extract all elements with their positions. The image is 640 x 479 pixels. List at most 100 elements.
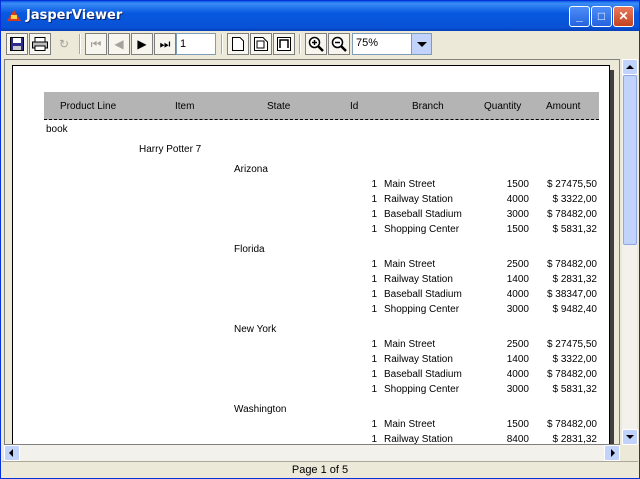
- first-page-button[interactable]: ⏮: [85, 33, 107, 55]
- amount-cell: $ 27475,50: [546, 339, 597, 350]
- id-cell: 1: [371, 419, 377, 430]
- header-amount: Amount: [546, 101, 581, 112]
- previous-page-button[interactable]: ◀: [108, 33, 130, 55]
- header-state: State: [267, 101, 291, 112]
- floppy-disk-icon: [10, 37, 24, 51]
- branch-cell: Shopping Center: [384, 304, 460, 315]
- actual-size-button[interactable]: [227, 33, 249, 55]
- header-item: Item: [175, 101, 195, 112]
- id-cell: 1: [371, 384, 377, 395]
- id-cell: 1: [371, 304, 377, 315]
- vertical-scroll-thumb[interactable]: [623, 75, 637, 245]
- fit-width-icon: [277, 37, 291, 51]
- zoom-combobox[interactable]: 75%: [352, 33, 432, 55]
- jasper-app-icon: [7, 10, 21, 21]
- page-number-input[interactable]: 1: [176, 33, 216, 55]
- id-cell: 1: [371, 179, 377, 190]
- actual-size-page-icon: [232, 37, 244, 51]
- horizontal-scrollbar[interactable]: [4, 445, 620, 461]
- fit-width-button[interactable]: [273, 33, 295, 55]
- column-header-band: Product Line Item State Id Branch Quanti…: [44, 92, 599, 120]
- quantity-cell: 8400: [506, 434, 529, 445]
- id-cell: 1: [371, 209, 377, 220]
- zoom-in-icon: [308, 36, 324, 52]
- close-button[interactable]: ✕: [613, 6, 634, 27]
- quantity-cell: 1500: [506, 179, 529, 190]
- first-page-icon: ⏮: [90, 37, 102, 51]
- state-group-label: Washington: [234, 404, 287, 415]
- zoom-in-button[interactable]: [305, 33, 327, 55]
- branch-cell: Railway Station: [384, 274, 453, 285]
- item-value: Harry Potter 7: [139, 144, 202, 155]
- quantity-cell: 4000: [506, 289, 529, 300]
- scroll-right-arrow-icon[interactable]: [604, 445, 620, 461]
- state-group-label: New York: [234, 324, 277, 335]
- quantity-cell: 1500: [506, 224, 529, 235]
- report-page: Product Line Item State Id Branch Quanti…: [12, 65, 610, 445]
- quantity-cell: 3000: [506, 209, 529, 220]
- amount-cell: $ 9482,40: [552, 304, 598, 315]
- quantity-cell: 2500: [506, 259, 529, 270]
- amount-cell: $ 2831,32: [552, 434, 598, 445]
- amount-cell: $ 27475,50: [546, 179, 597, 190]
- zoom-out-icon: [331, 36, 347, 52]
- page-info: Page 1 of 5: [291, 464, 349, 476]
- branch-cell: Railway Station: [384, 354, 453, 365]
- maximize-icon: □: [597, 9, 606, 23]
- id-cell: 1: [371, 369, 377, 380]
- toolbar-separator: [79, 34, 81, 54]
- vertical-scrollbar[interactable]: [621, 59, 638, 445]
- amount-cell: $ 3322,00: [552, 194, 598, 205]
- header-branch: Branch: [412, 101, 444, 112]
- minimize-button[interactable]: _: [569, 6, 590, 27]
- report-viewport[interactable]: Product Line Item State Id Branch Quanti…: [4, 59, 620, 445]
- id-cell: 1: [371, 434, 377, 445]
- zoom-value: 75%: [356, 37, 379, 49]
- scroll-up-arrow-icon[interactable]: [622, 59, 638, 75]
- amount-cell: $ 78482,00: [546, 209, 597, 220]
- quantity-cell: 1400: [506, 354, 529, 365]
- branch-cell: Main Street: [384, 419, 436, 430]
- print-button[interactable]: [29, 33, 51, 55]
- quantity-cell: 2500: [506, 339, 529, 350]
- id-cell: 1: [371, 224, 377, 235]
- next-page-button[interactable]: ▶: [131, 33, 153, 55]
- state-group-label: Arizona: [234, 164, 268, 175]
- save-button[interactable]: [6, 33, 28, 55]
- title-bar[interactable]: JasperViewer _ □ ✕: [1, 1, 639, 31]
- branch-cell: Railway Station: [384, 194, 453, 205]
- branch-cell: Baseball Stadium: [384, 209, 462, 220]
- last-page-icon: ⏭: [159, 37, 171, 51]
- jasper-viewer-window: JasperViewer _ □ ✕ ↻ ⏮ ◀ ▶ ⏭ 1 75% Produ…: [0, 0, 640, 479]
- next-page-icon: ▶: [137, 37, 147, 51]
- previous-page-icon: ◀: [114, 37, 124, 51]
- reload-icon: ↻: [58, 37, 70, 51]
- maximize-button[interactable]: □: [591, 6, 612, 27]
- branch-cell: Baseball Stadium: [384, 369, 462, 380]
- header-quantity: Quantity: [484, 101, 522, 112]
- toolbar-separator: [221, 34, 223, 54]
- quantity-cell: 1400: [506, 274, 529, 285]
- quantity-cell: 3000: [506, 304, 529, 315]
- toolbar: ↻ ⏮ ◀ ▶ ⏭ 1 75%: [2, 31, 638, 57]
- zoom-out-button[interactable]: [328, 33, 350, 55]
- last-page-button[interactable]: ⏭: [154, 33, 176, 55]
- quantity-cell: 1500: [506, 419, 529, 430]
- fit-page-button[interactable]: [250, 33, 272, 55]
- amount-cell: $ 38347,00: [546, 289, 597, 300]
- window-title: JasperViewer: [26, 8, 123, 23]
- toolbar-separator: [299, 34, 301, 54]
- product-line-value: book: [46, 124, 68, 135]
- scroll-left-arrow-icon[interactable]: [4, 445, 20, 461]
- reload-button[interactable]: ↻: [53, 33, 75, 55]
- amount-cell: $ 5831,32: [552, 384, 598, 395]
- header-product-line: Product Line: [60, 101, 117, 112]
- amount-cell: $ 2831,32: [552, 274, 598, 285]
- branch-cell: Railway Station: [384, 434, 453, 445]
- amount-cell: $ 3322,00: [552, 354, 598, 365]
- scroll-down-arrow-icon[interactable]: [622, 429, 638, 445]
- status-bar: Page 1 of 5: [2, 461, 638, 478]
- dropdown-arrow-icon[interactable]: [411, 34, 431, 54]
- quantity-cell: 4000: [506, 369, 529, 380]
- id-cell: 1: [371, 194, 377, 205]
